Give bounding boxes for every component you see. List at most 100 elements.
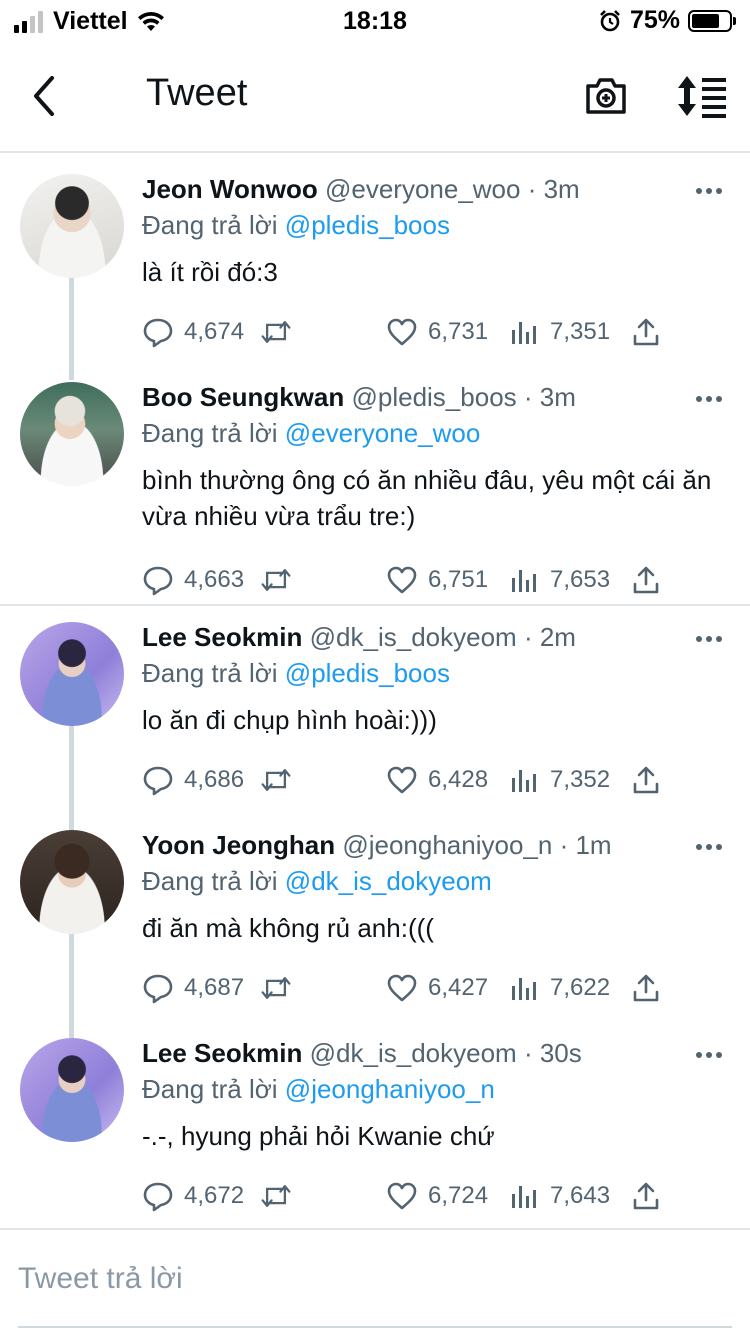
tweet[interactable]: Yoon Jeonghan @jeonghaniyoo_n · 1m Đang …	[0, 830, 750, 1050]
reply-button[interactable]: 4,672	[142, 1180, 244, 1212]
views-icon	[512, 322, 536, 344]
views-button[interactable]: 7,622	[508, 972, 610, 1004]
retweet-button[interactable]	[260, 1180, 292, 1212]
share-button[interactable]	[630, 1180, 662, 1212]
views-button[interactable]: 7,351	[508, 316, 610, 348]
tweet-text: đi ăn mà không rủ anh:(((	[142, 913, 434, 943]
section-divider	[0, 1228, 750, 1230]
tweet-header: Boo Seungkwan @pledis_boos · 3m	[142, 382, 576, 413]
replying-label: Đang trả lời	[142, 418, 278, 448]
author-handle[interactable]: @jeonghaniyoo_n	[342, 830, 552, 860]
like-button[interactable]: 6,427	[386, 972, 488, 1004]
views-icon	[512, 770, 536, 792]
avatar[interactable]	[20, 622, 124, 726]
retweet-button[interactable]	[260, 764, 292, 796]
like-icon	[387, 766, 417, 794]
author-name[interactable]: Jeon Wonwoo	[142, 174, 318, 204]
sort-button[interactable]	[676, 74, 728, 118]
views-icon	[512, 978, 536, 1000]
avatar[interactable]	[20, 1038, 124, 1142]
views-button[interactable]: 7,643	[508, 1180, 610, 1212]
back-button[interactable]	[28, 74, 64, 118]
status-right: 75%	[598, 6, 736, 35]
more-options-button[interactable]	[696, 396, 722, 402]
dot-icon	[716, 636, 722, 642]
replying-handle-link[interactable]: @pledis_boos	[285, 658, 450, 688]
tweet-time: · 3m	[523, 382, 576, 412]
tweet-header: Lee Seokmin @dk_is_dokyeom · 30s	[142, 1038, 582, 1069]
dot-icon	[696, 1052, 702, 1058]
replying-handle-link[interactable]: @pledis_boos	[285, 210, 450, 240]
retweet-button[interactable]	[260, 564, 292, 596]
dot-icon	[716, 1052, 722, 1058]
share-button[interactable]	[630, 764, 662, 796]
views-button[interactable]: 7,653	[508, 564, 610, 596]
battery-percent: 75%	[629, 6, 680, 34]
reply-icon	[143, 974, 173, 1004]
sort-icon	[678, 76, 726, 118]
author-name[interactable]: Lee Seokmin	[142, 622, 302, 652]
share-button[interactable]	[630, 316, 662, 348]
reply-icon	[143, 566, 173, 596]
more-options-button[interactable]	[696, 844, 722, 850]
replying-label: Đang trả lời	[142, 210, 278, 240]
tweet-header: Lee Seokmin @dk_is_dokyeom · 2m	[142, 622, 576, 653]
tweet-text: lo ăn đi chụp hình hoài:)))	[142, 705, 437, 735]
reply-count: 4,674	[184, 318, 245, 345]
tweet-time: · 1m	[559, 830, 612, 860]
chevron-left-icon	[34, 76, 54, 116]
alarm-icon	[600, 9, 620, 31]
like-icon	[387, 566, 417, 594]
dot-icon	[696, 188, 702, 194]
dot-icon	[706, 188, 712, 194]
camera-button[interactable]	[584, 74, 628, 118]
views-button[interactable]: 7,352	[508, 764, 610, 796]
section-divider	[0, 604, 750, 606]
tweet[interactable]: Boo Seungkwan @pledis_boos · 3m Đang trả…	[0, 382, 750, 602]
reply-count: 4,663	[184, 566, 245, 593]
author-handle[interactable]: @dk_is_dokyeom	[310, 622, 517, 652]
nav-bar: Tweet	[0, 40, 750, 153]
share-button[interactable]	[630, 564, 662, 596]
reply-count: 4,672	[184, 1182, 245, 1209]
dot-icon	[716, 844, 722, 850]
avatar[interactable]	[20, 174, 124, 278]
tweet[interactable]: Jeon Wonwoo @everyone_woo · 3m Đang trả …	[0, 174, 750, 394]
avatar[interactable]	[20, 830, 124, 934]
author-name[interactable]: Boo Seungkwan	[142, 382, 344, 412]
retweet-icon	[261, 1185, 291, 1207]
tweet[interactable]: Lee Seokmin @dk_is_dokyeom · 2m Đang trả…	[0, 622, 750, 842]
page-title: Tweet	[146, 72, 248, 114]
reply-button[interactable]: 4,687	[142, 972, 244, 1004]
avatar[interactable]	[20, 382, 124, 486]
more-options-button[interactable]	[696, 636, 722, 642]
like-button[interactable]: 6,731	[386, 316, 488, 348]
reply-input[interactable]: Tweet trả lời	[18, 1262, 183, 1296]
like-button[interactable]: 6,724	[386, 1180, 488, 1212]
retweet-button[interactable]	[260, 972, 292, 1004]
author-handle[interactable]: @everyone_woo	[325, 174, 521, 204]
author-handle[interactable]: @pledis_boos	[351, 382, 516, 412]
author-handle[interactable]: @dk_is_dokyeom	[310, 1038, 517, 1068]
replying-handle-link[interactable]: @jeonghaniyoo_n	[285, 1074, 495, 1104]
replying-to: Đang trả lời @pledis_boos	[142, 658, 450, 689]
tweet[interactable]: Lee Seokmin @dk_is_dokyeom · 30s Đang tr…	[0, 1038, 750, 1258]
replying-to: Đang trả lời @everyone_woo	[142, 418, 480, 449]
author-name[interactable]: Lee Seokmin	[142, 1038, 302, 1068]
more-options-button[interactable]	[696, 1052, 722, 1058]
reply-count: 4,686	[184, 766, 245, 793]
like-button[interactable]: 6,428	[386, 764, 488, 796]
author-name[interactable]: Yoon Jeonghan	[142, 830, 335, 860]
more-options-button[interactable]	[696, 188, 722, 194]
retweet-button[interactable]	[260, 316, 292, 348]
replying-handle-link[interactable]: @dk_is_dokyeom	[285, 866, 492, 896]
reply-button[interactable]: 4,674	[142, 316, 244, 348]
like-count: 6,724	[428, 1182, 489, 1209]
like-button[interactable]: 6,751	[386, 564, 488, 596]
replying-handle-link[interactable]: @everyone_woo	[285, 418, 481, 448]
share-button[interactable]	[630, 972, 662, 1004]
reply-button[interactable]: 4,686	[142, 764, 244, 796]
tweet-actions: 4,674 6,731 7,351	[142, 316, 722, 356]
reply-button[interactable]: 4,663	[142, 564, 244, 596]
view-count: 7,351	[550, 318, 611, 345]
